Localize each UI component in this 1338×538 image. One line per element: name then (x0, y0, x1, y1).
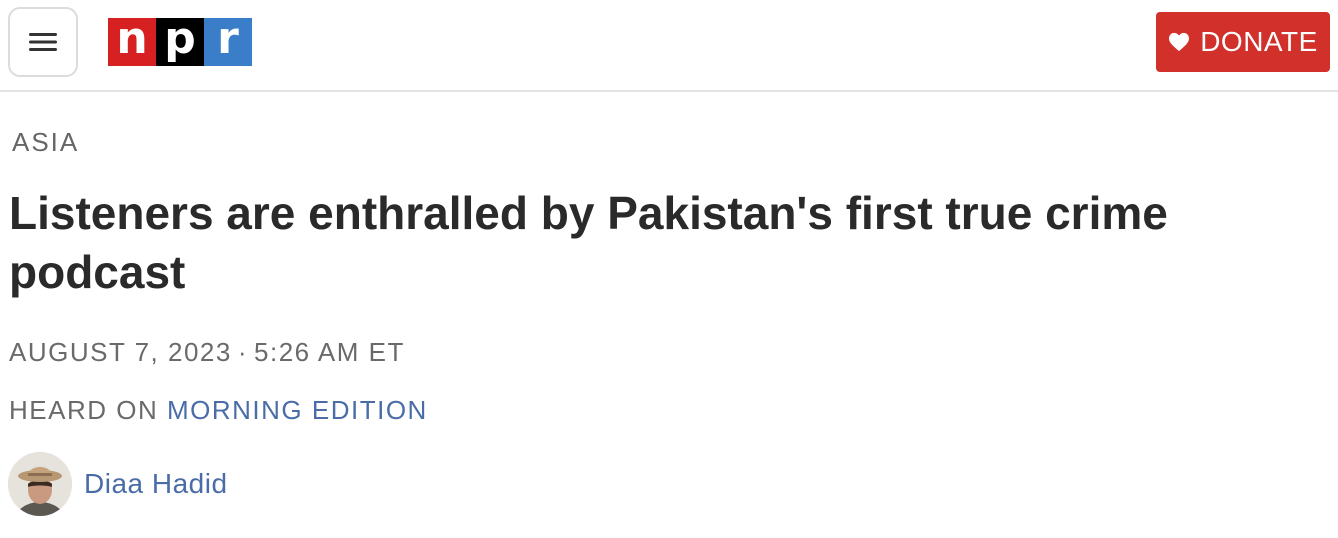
publish-time: 5:26 AM ET (254, 337, 405, 367)
heart-icon (1169, 32, 1190, 52)
byline: Diaa Hadid (8, 452, 228, 516)
article-title: Listeners are enthralled by Pakistan's f… (9, 187, 1168, 298)
date-separator: · (237, 337, 249, 367)
logo-letter-r: r (204, 17, 252, 66)
author-avatar[interactable] (8, 452, 72, 516)
section-link[interactable]: ASIA (12, 127, 79, 158)
author-name[interactable]: Diaa Hadid (84, 468, 228, 500)
donate-label: DONATE (1200, 26, 1318, 57)
site-header: n p r DONATE (0, 0, 1338, 92)
npr-logo[interactable]: n p r (108, 17, 252, 66)
donate-button[interactable]: DONATE (1156, 12, 1330, 72)
hamburger-menu-icon (29, 33, 57, 51)
logo-letter-n: n (108, 17, 156, 66)
logo-letter-p: p (156, 17, 204, 66)
heard-on-label: HEARD ON (9, 395, 159, 425)
dateline: AUGUST 7, 2023 · 5:26 AM ET (9, 337, 405, 368)
publish-date: AUGUST 7, 2023 (9, 337, 232, 367)
menu-button[interactable] (8, 7, 78, 77)
program-link[interactable]: MORNING EDITION (167, 395, 428, 425)
heard-on: HEARD ON MORNING EDITION (9, 395, 428, 426)
author-photo-icon (8, 452, 72, 516)
